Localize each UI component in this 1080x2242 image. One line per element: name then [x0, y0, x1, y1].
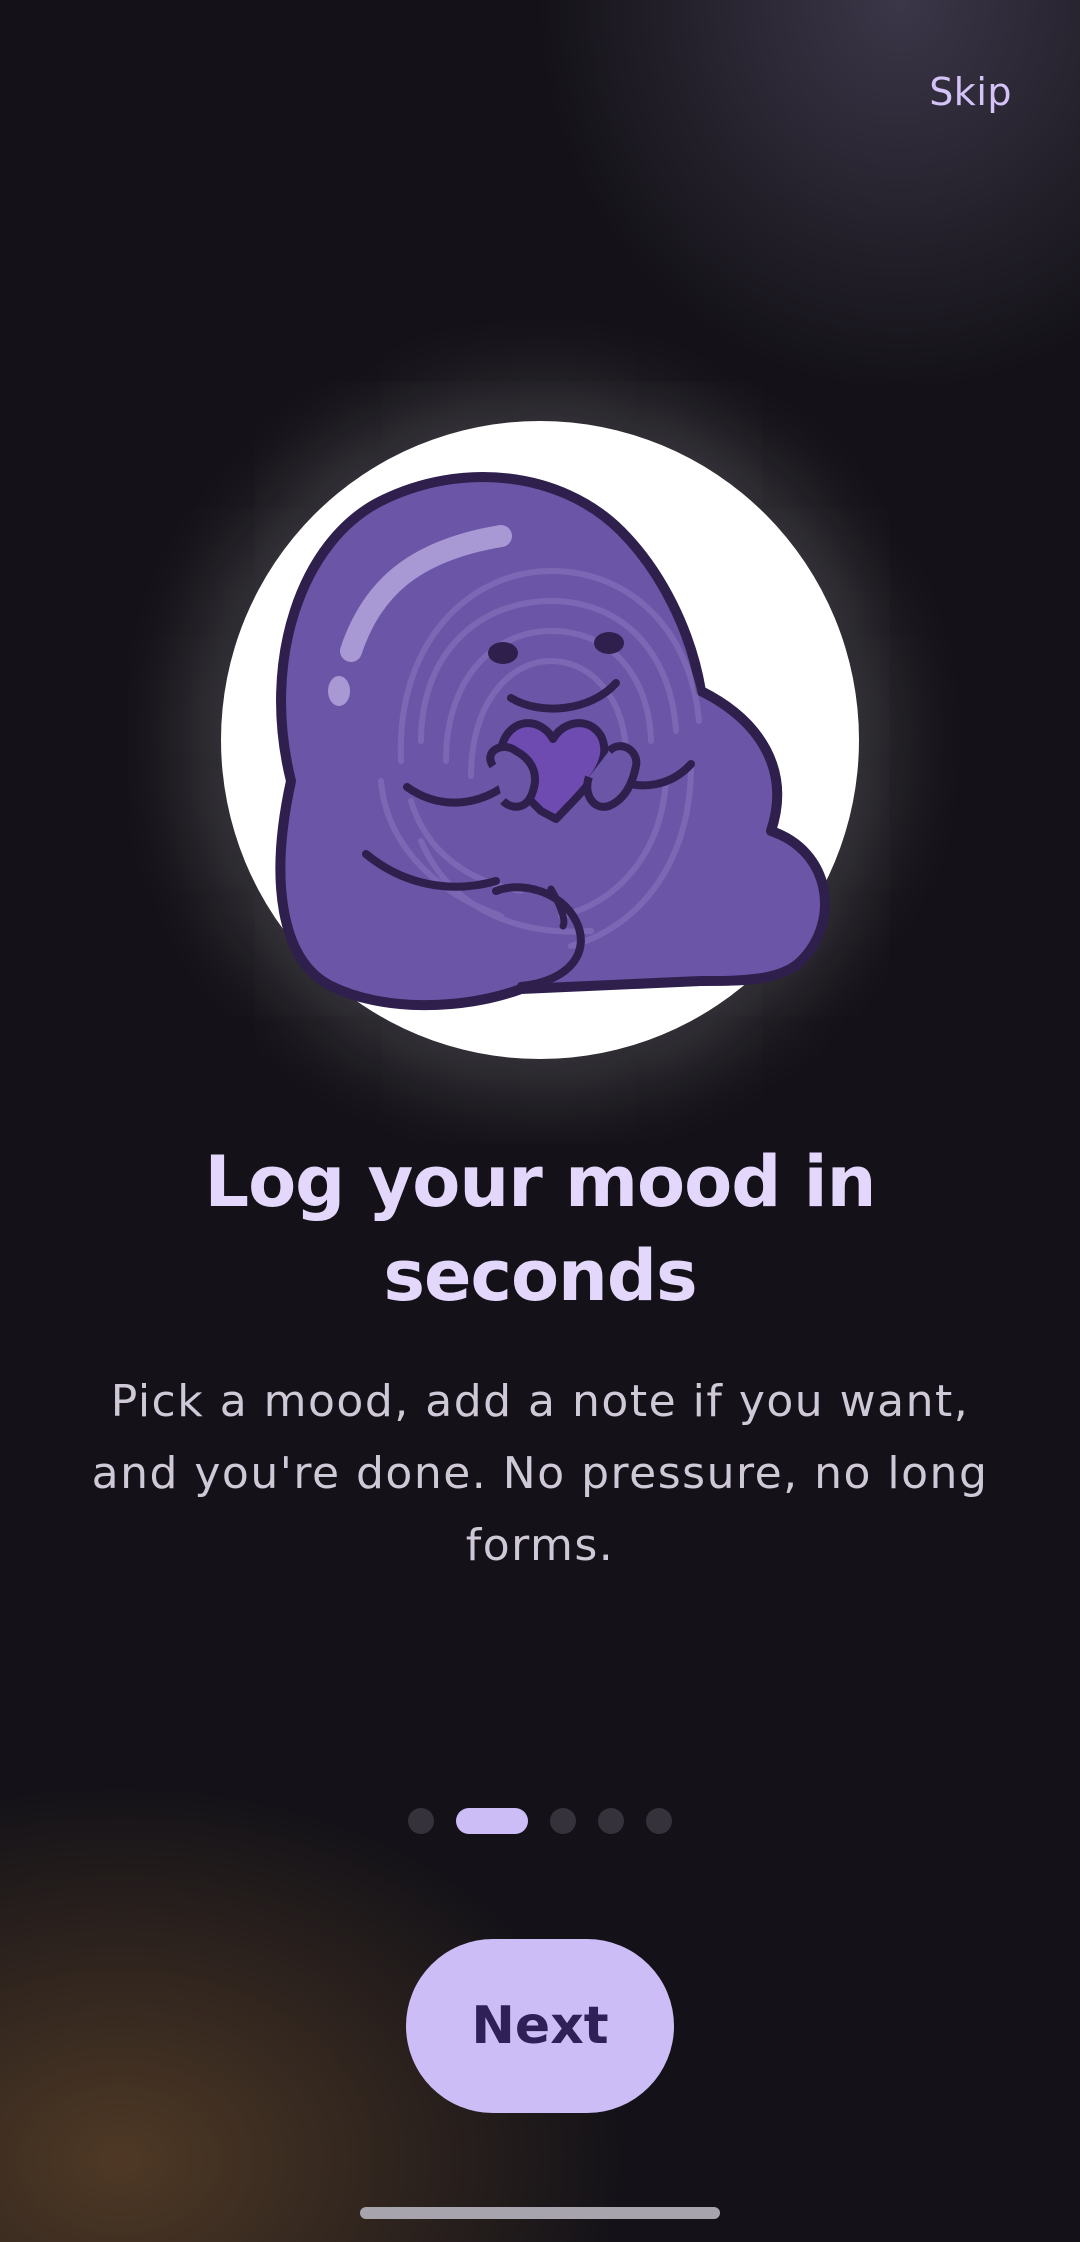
mascot-illustration	[275, 472, 830, 1011]
skip-button[interactable]: Skip	[929, 62, 1012, 122]
pager-dot[interactable]	[646, 1808, 672, 1834]
background-glow	[0, 0, 1080, 2242]
onboarding-headline: Log your mood in seconds	[204, 1141, 876, 1317]
home-indicator[interactable]	[360, 2207, 720, 2219]
onboarding-description: Pick a mood, add a note if you want, and…	[91, 1376, 989, 1571]
pager-dot-active[interactable]	[456, 1808, 528, 1834]
pager-dot[interactable]	[598, 1808, 624, 1834]
illustration-circle	[221, 421, 859, 1059]
next-button[interactable]: Next	[406, 1939, 674, 2113]
page-indicator	[0, 1808, 1080, 1834]
pager-dot[interactable]	[408, 1808, 434, 1834]
pager-dot[interactable]	[550, 1808, 576, 1834]
